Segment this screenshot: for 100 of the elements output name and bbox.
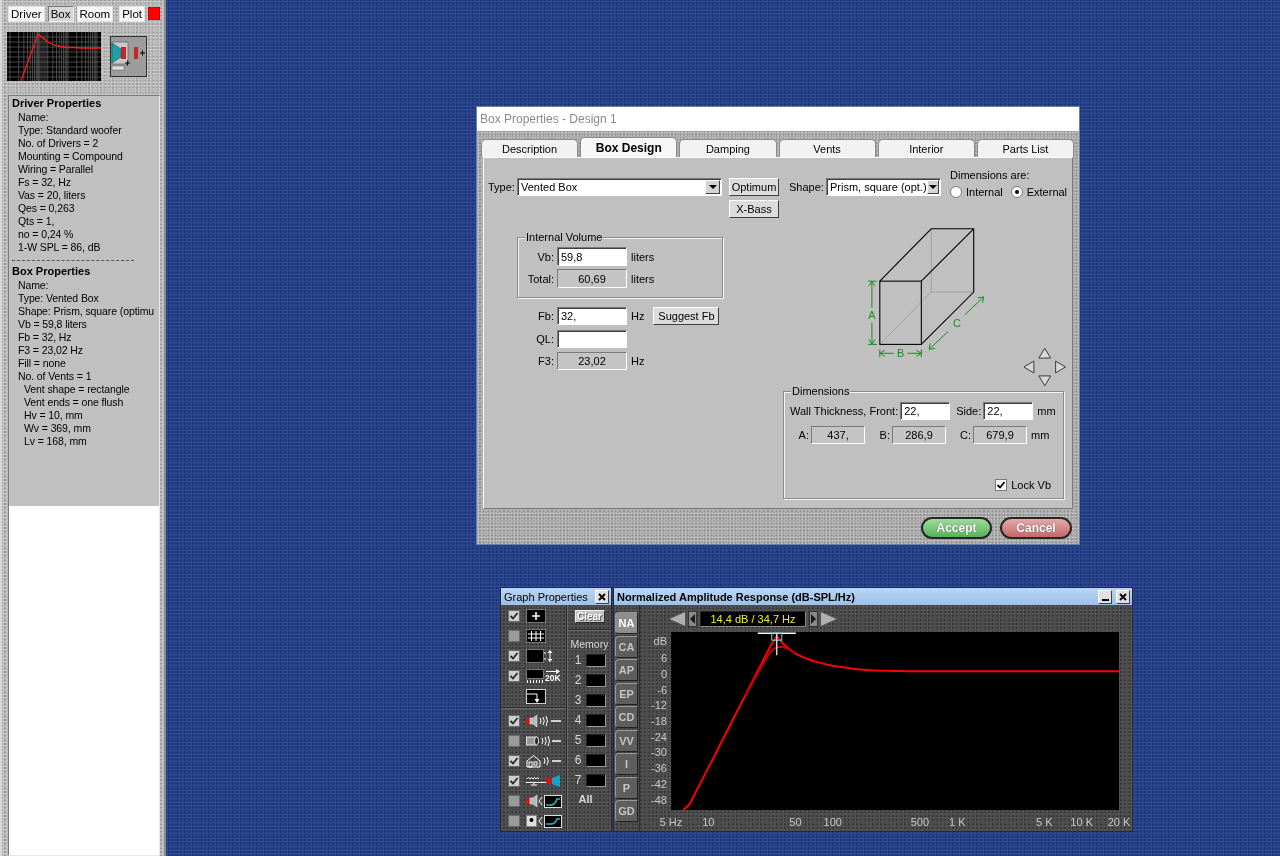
minimize-button[interactable] <box>1098 589 1112 604</box>
checkbox[interactable] <box>508 610 520 622</box>
suggest-button[interactable]: Suggest Fb <box>653 307 720 325</box>
minimize-icon[interactable] <box>1101 598 1109 601</box>
tick-label: -18 <box>651 715 667 727</box>
move-arrows-icon[interactable] <box>1022 347 1066 387</box>
property-line: Shape: Prism, square (optimu <box>18 305 155 318</box>
view-tab[interactable]: CA <box>615 635 638 658</box>
dot-curve-icon[interactable] <box>526 814 562 828</box>
field-label: Type: <box>488 180 516 195</box>
radio-label[interactable]: Internal <box>966 186 1003 198</box>
checkbox[interactable] <box>508 630 520 642</box>
memory-slot[interactable] <box>586 653 606 667</box>
checkbox[interactable] <box>508 775 520 787</box>
property-line: Wiring = Parallel <box>18 163 94 176</box>
type-dropdown[interactable]: Vented Box <box>517 178 722 196</box>
field-label: Wall Thickness, Front: <box>790 405 899 417</box>
checkbox[interactable] <box>508 670 520 682</box>
property-line: No. of Vents = 1 <box>18 370 92 383</box>
checkbox[interactable] <box>508 735 520 747</box>
field-label: Side: <box>956 405 982 417</box>
radio-button[interactable] <box>950 186 962 198</box>
checkbox[interactable] <box>508 715 520 727</box>
radio-button[interactable] <box>1010 186 1023 198</box>
cursor-readout: 14,4 dB / 34,7 Hz <box>700 611 806 627</box>
input-field[interactable]: 59,8 <box>557 247 627 266</box>
unit-label: mm <box>1031 429 1050 441</box>
view-tab[interactable]: AP <box>615 659 638 681</box>
property-line: Fs = 32, Hz <box>18 176 71 189</box>
checkbox[interactable] <box>508 650 520 662</box>
unit-label: mm <box>1037 405 1056 417</box>
caret-icon[interactable] <box>926 180 939 194</box>
view-tab[interactable]: VV <box>615 729 638 752</box>
ruler-icon[interactable] <box>526 669 544 683</box>
property-line: Mounting = Compound <box>18 150 123 163</box>
field-label: A: <box>797 429 810 441</box>
tick-label: -42 <box>651 777 667 790</box>
property-line: Wv = 369, mm <box>24 422 91 435</box>
coil-speaker-icon[interactable] <box>526 774 562 788</box>
caret-icon[interactable] <box>705 180 720 194</box>
panel-title: Graph Properties <box>504 590 588 603</box>
view-tab[interactable]: CD <box>615 706 638 728</box>
checkbox[interactable] <box>508 795 520 807</box>
view-tab[interactable]: EP <box>615 682 638 705</box>
grid-icon[interactable] <box>526 629 546 643</box>
memory-slot[interactable] <box>586 673 606 687</box>
checkbox-label[interactable]: Lock Vb <box>1011 479 1051 491</box>
cylinder-waves-icon[interactable] <box>526 734 562 748</box>
memory-slot[interactable] <box>586 733 606 747</box>
input-field[interactable]: 22, <box>983 402 1034 420</box>
readout-field: 679,9 <box>973 426 1027 444</box>
property-line: Vent ends = one flush <box>24 396 124 409</box>
tab[interactable]: Description <box>481 139 579 157</box>
checkbox[interactable] <box>508 755 520 767</box>
input-field[interactable]: 22, <box>900 402 951 420</box>
tab[interactable]: Vents <box>778 139 876 157</box>
dimension-label: B <box>896 347 905 360</box>
memory-slot[interactable] <box>586 753 606 767</box>
unit-label: liters <box>631 272 655 285</box>
plot-button[interactable]: Plot <box>119 5 145 22</box>
input-field[interactable]: 32, <box>557 307 627 325</box>
input-field[interactable] <box>557 329 627 348</box>
memory-slot[interactable] <box>586 713 606 727</box>
panel-tab[interactable]: Box <box>47 5 74 22</box>
panel-tab[interactable]: Driver <box>8 5 45 22</box>
speaker-curve-icon[interactable] <box>526 794 562 808</box>
x-bass-button[interactable]: X-Bass <box>729 200 779 218</box>
scale-arrows-icon[interactable] <box>526 649 554 663</box>
left-arrow-icon[interactable] <box>688 611 697 627</box>
crosshair-icon[interactable] <box>526 609 546 623</box>
readout-field: 286,9 <box>892 426 946 444</box>
speaker-icon[interactable] <box>110 36 147 77</box>
window-title: Normalized Amplitude Response (dB-SPL/Hz) <box>617 590 855 603</box>
house-waves-icon[interactable] <box>526 754 562 768</box>
memory-slot[interactable] <box>586 693 606 707</box>
color-swatch-icon[interactable] <box>148 7 160 20</box>
optimum-button[interactable]: Optimum <box>729 178 779 196</box>
property-line: Hv = 10, mm <box>24 409 83 422</box>
shape-dropdown[interactable]: Prism, square (opt.) <box>826 178 941 196</box>
view-tab[interactable]: GD <box>615 800 638 822</box>
panel-tab[interactable]: Room <box>76 5 114 22</box>
view-tab[interactable]: P <box>615 776 638 799</box>
view-tab[interactable]: I <box>615 753 638 775</box>
memory-slot[interactable] <box>586 773 606 787</box>
property-line: Type: Vented Box <box>18 292 99 305</box>
memory-all-label[interactable]: All <box>578 793 593 805</box>
tab[interactable]: Parts List <box>976 139 1075 157</box>
left-arrow-icon[interactable] <box>668 611 686 627</box>
tab[interactable]: Interior <box>877 139 975 157</box>
memory-number: 6 <box>573 753 583 767</box>
checkbox[interactable] <box>508 815 520 827</box>
window-title: Box Properties - Design 1 <box>480 112 617 126</box>
right-arrow-icon[interactable] <box>820 611 838 627</box>
checkbox[interactable] <box>995 479 1008 491</box>
cursor-marker-icon[interactable] <box>757 632 797 656</box>
speaker-waves-icon[interactable] <box>526 714 562 728</box>
right-arrow-icon[interactable] <box>809 611 818 627</box>
radio-label[interactable]: External <box>1026 186 1068 198</box>
tab[interactable]: Box Design <box>580 137 678 157</box>
tab[interactable]: Damping <box>679 139 777 157</box>
